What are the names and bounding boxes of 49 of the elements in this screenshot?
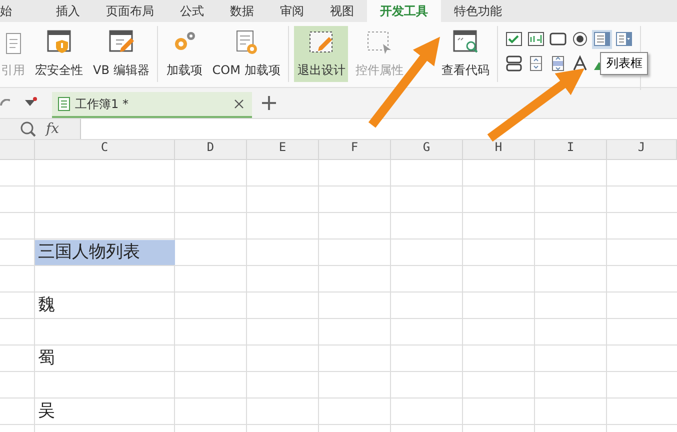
form-control-button[interactable] [504, 54, 524, 73]
zoom-icon [20, 121, 36, 137]
ribbon-tab[interactable]: 开发工具 [367, 0, 441, 22]
form-control-button[interactable] [504, 30, 524, 49]
column-header: I [535, 140, 607, 160]
table-cell-text: 蜀 [37, 346, 56, 370]
letter-a-icon [571, 55, 590, 72]
ribbon-tab[interactable]: 插入 [30, 0, 93, 22]
table-cell-text: 魏 [37, 294, 56, 316]
close-icon [234, 99, 244, 109]
form-control-button[interactable] [526, 30, 546, 49]
ribbon-tab[interactable]: 特色功能 [441, 0, 515, 22]
ribbon-button[interactable]: 加载项 [163, 26, 206, 82]
ribbon-button[interactable]: COM 加载项 [209, 26, 284, 82]
document-title: 工作簿1 * [75, 96, 130, 112]
toggle-icon [505, 55, 524, 72]
column-header: H [463, 140, 535, 160]
ribbon-tab[interactable]: 视图 [317, 0, 367, 22]
redo-icon [0, 99, 10, 107]
ribbon-tab[interactable]: 页面布局 [93, 0, 167, 22]
ribbon-tab[interactable]: 始 [0, 0, 30, 22]
column-header: F [319, 140, 391, 160]
ribbon-tab[interactable]: 审阅 [267, 0, 317, 22]
shield-window-icon [45, 28, 73, 56]
column-header: E [247, 140, 319, 160]
ribbon-button[interactable]: 退出设计 [294, 26, 348, 82]
table-cell: 三国人物列表 [35, 240, 175, 265]
radio-icon [571, 31, 590, 48]
document-tab[interactable]: 工作簿1 * [52, 92, 252, 118]
combobox-icon [615, 31, 634, 48]
ribbon-tab[interactable]: 公式 [167, 0, 217, 22]
checkbox-icon [505, 31, 524, 48]
function-label[interactable]: fx [46, 121, 60, 137]
column-header: C [35, 140, 175, 160]
column-header: J [607, 140, 677, 160]
table-cell-text: 吴 [37, 400, 56, 422]
column-header: G [391, 140, 463, 160]
column-header: D [175, 140, 247, 160]
ribbon-button[interactable]: 查看代码 [438, 26, 492, 82]
textbox-icon [527, 31, 546, 48]
ribbon-button[interactable]: VB 编辑器 [90, 26, 152, 82]
listbox-icon [593, 31, 612, 48]
plus-icon [262, 96, 276, 110]
spreadsheet-icon [57, 96, 71, 112]
ribbon-tab[interactable]: 数据 [217, 0, 267, 22]
document-icon [6, 32, 20, 54]
tooltip: 列表框 [600, 52, 648, 75]
button-shape-icon [549, 31, 568, 48]
ribbon-button[interactable]: 宏安全性 [32, 26, 86, 82]
